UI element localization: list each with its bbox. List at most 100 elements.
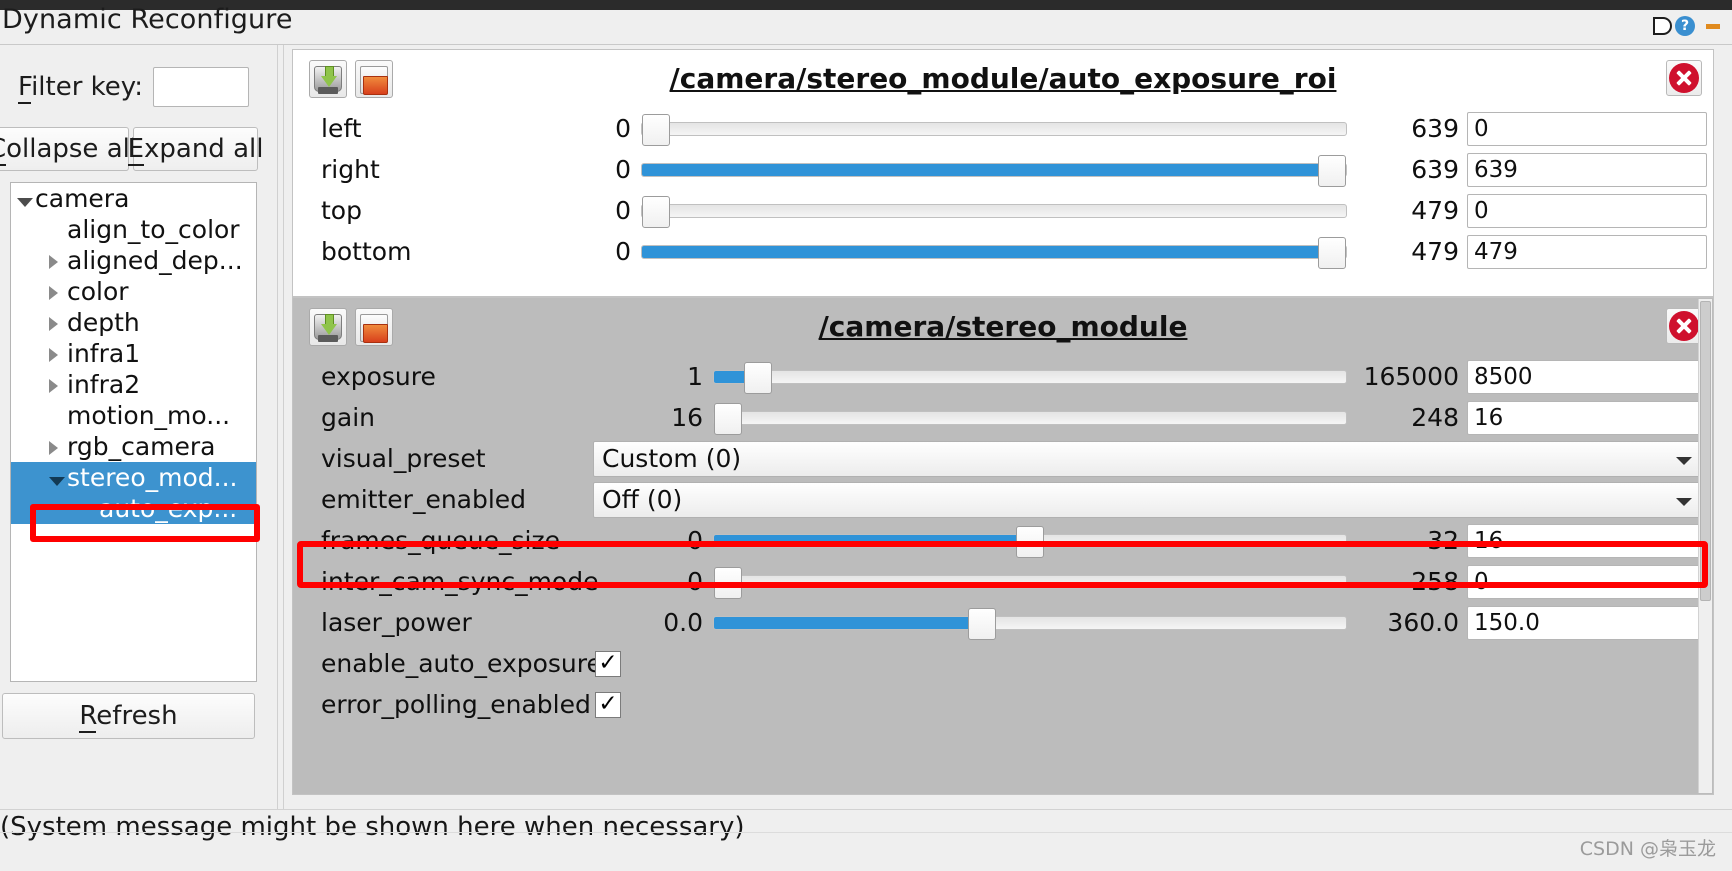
param-checkbox[interactable]: ✓ bbox=[595, 650, 621, 677]
tree-item-color[interactable]: color bbox=[11, 276, 256, 307]
slider-handle[interactable] bbox=[714, 566, 742, 599]
group-title: /camera/stereo_module/auto_exposure_roi bbox=[669, 62, 1337, 95]
chevron-right-icon[interactable] bbox=[49, 308, 67, 337]
param-slider[interactable] bbox=[641, 113, 1347, 146]
close-icon[interactable] bbox=[1666, 308, 1702, 344]
param-max-value: 165000 bbox=[1363, 362, 1459, 391]
titlebar-icon-group: ? bbox=[1653, 16, 1720, 36]
chevron-right-icon[interactable] bbox=[49, 432, 67, 461]
chevron-down-icon[interactable] bbox=[49, 463, 67, 492]
param-label: inter_cam_sync_mode bbox=[321, 567, 599, 596]
param-dropdown[interactable]: Custom (0) bbox=[593, 440, 1707, 477]
param-label: left bbox=[321, 114, 362, 143]
param-row-right: right 0 639 639 bbox=[293, 149, 1713, 190]
tree-item-infra1[interactable]: infra1 bbox=[11, 338, 256, 369]
app-window: Dynamic Reconfigure ? Filter key: Collap… bbox=[0, 0, 1732, 871]
param-dropdown[interactable]: Off (0) bbox=[593, 481, 1707, 518]
slider-fill bbox=[714, 370, 746, 383]
param-row-frames_queue_size: frames_queue_size 0 32 16 bbox=[293, 520, 1713, 561]
slider-handle[interactable] bbox=[642, 113, 670, 146]
chevron-down-icon bbox=[1676, 497, 1692, 506]
param-row-enable_auto_exposure: enable_auto_exposure ✓ bbox=[293, 643, 1713, 684]
tree-item-rgb-camera[interactable]: rgb_camera bbox=[11, 431, 256, 462]
slider-handle[interactable] bbox=[1318, 154, 1346, 187]
param-slider[interactable] bbox=[713, 361, 1347, 394]
chevron-right-icon[interactable] bbox=[49, 246, 67, 275]
param-row-emitter_enabled: emitter_enabled Off (0) bbox=[293, 479, 1713, 520]
tree-item-motion-mo[interactable]: motion_mo... bbox=[11, 400, 256, 431]
collapse-all-button[interactable]: Collapse all bbox=[0, 127, 137, 171]
slider-handle[interactable] bbox=[1318, 236, 1346, 269]
param-checkbox[interactable]: ✓ bbox=[595, 691, 621, 718]
filter-key-input[interactable] bbox=[153, 67, 250, 107]
param-max-value: 479 bbox=[1411, 196, 1459, 225]
param-row-inter_cam_sync_mode: inter_cam_sync_mode 0 258 0 bbox=[293, 561, 1713, 602]
param-label: enable_auto_exposure bbox=[321, 649, 602, 678]
sidebar: Filter key: Collapse all Expand all came… bbox=[0, 45, 277, 809]
close-icon[interactable] bbox=[1666, 60, 1702, 96]
tree-item-label: camera bbox=[35, 184, 130, 213]
slider-fill bbox=[642, 163, 1346, 176]
slider-handle[interactable] bbox=[1016, 525, 1044, 558]
tree-item-infra2[interactable]: infra2 bbox=[11, 369, 256, 400]
slider-handle[interactable] bbox=[744, 361, 773, 394]
scrollbar-thumb[interactable] bbox=[1700, 301, 1711, 601]
filter-key-label: Filter key: bbox=[18, 72, 144, 104]
refresh-button[interactable]: Refresh bbox=[2, 693, 255, 739]
param-value-field[interactable]: 0 bbox=[1467, 193, 1707, 228]
close-plugin-icon[interactable] bbox=[1706, 23, 1720, 29]
chevron-right-icon[interactable] bbox=[49, 370, 67, 399]
tree-item-label: motion_mo... bbox=[67, 401, 231, 430]
param-value-field[interactable]: 8500 bbox=[1467, 359, 1707, 394]
tree-item-auto-exp[interactable]: auto_exp... bbox=[11, 493, 256, 524]
watermark: CSDN @枭玉龙 bbox=[1579, 838, 1716, 860]
param-min-value: 0 bbox=[615, 196, 631, 225]
param-label: visual_preset bbox=[321, 444, 486, 473]
param-slider[interactable] bbox=[641, 195, 1347, 228]
tree-item-label: stereo_mod... bbox=[67, 463, 238, 492]
param-value-field[interactable]: 639 bbox=[1467, 152, 1707, 187]
param-slider[interactable] bbox=[641, 154, 1347, 187]
tree-item-label: align_to_color bbox=[67, 215, 240, 244]
param-slider[interactable] bbox=[641, 236, 1347, 269]
param-value-field[interactable]: 0 bbox=[1467, 111, 1707, 146]
help-icon[interactable]: ? bbox=[1675, 16, 1695, 36]
dropdown-selected-value: Off (0) bbox=[602, 485, 683, 514]
parameter-tree[interactable]: camera align_to_color aligned_dep... color d… bbox=[10, 182, 257, 682]
tree-item-align-to-color[interactable]: align_to_color bbox=[11, 214, 256, 245]
tree-item-aligned-dep[interactable]: aligned_dep... bbox=[11, 245, 256, 276]
chevron-down-icon[interactable] bbox=[17, 184, 35, 213]
float-window-icon[interactable] bbox=[1653, 17, 1672, 35]
tree-item-camera[interactable]: camera bbox=[11, 183, 256, 214]
param-row-exposure: exposure 1 165000 8500 bbox=[293, 356, 1713, 397]
chevron-right-icon[interactable] bbox=[49, 339, 67, 368]
tree-item-label: infra2 bbox=[67, 370, 141, 399]
slider-handle[interactable] bbox=[967, 607, 996, 640]
param-value-field[interactable]: 0 bbox=[1467, 564, 1707, 599]
param-slider[interactable] bbox=[713, 607, 1347, 640]
param-slider[interactable] bbox=[713, 525, 1347, 558]
panel-scrollbar[interactable] bbox=[1698, 299, 1712, 793]
pane-splitter[interactable] bbox=[277, 45, 284, 809]
tree-item-stereo-mod[interactable]: stereo_mod... bbox=[11, 462, 256, 493]
slider-handle[interactable] bbox=[642, 195, 670, 228]
param-label: exposure bbox=[321, 362, 436, 391]
param-row-top: top 0 479 0 bbox=[293, 190, 1713, 231]
param-value-field[interactable]: 16 bbox=[1467, 523, 1707, 558]
param-slider[interactable] bbox=[713, 402, 1347, 435]
expand-all-button[interactable]: Expand all bbox=[127, 127, 263, 171]
tree-item-depth[interactable]: depth bbox=[11, 307, 256, 338]
param-value-field[interactable]: 150.0 bbox=[1467, 605, 1707, 640]
statusbar-divider bbox=[0, 832, 1732, 833]
param-value-field[interactable]: 479 bbox=[1467, 234, 1707, 269]
param-min-value: 16 bbox=[671, 403, 703, 432]
plugin-titlebar: Dynamic Reconfigure ? bbox=[0, 4, 1732, 44]
param-min-value: 0.0 bbox=[663, 608, 703, 637]
chevron-right-icon[interactable] bbox=[49, 277, 67, 306]
param-slider[interactable] bbox=[713, 566, 1347, 599]
param-value-field[interactable]: 16 bbox=[1467, 400, 1707, 435]
param-label: frames_queue_size bbox=[321, 526, 560, 555]
slider-handle[interactable] bbox=[714, 402, 742, 435]
slider-fill bbox=[714, 616, 980, 629]
chevron-down-icon bbox=[1676, 456, 1692, 465]
